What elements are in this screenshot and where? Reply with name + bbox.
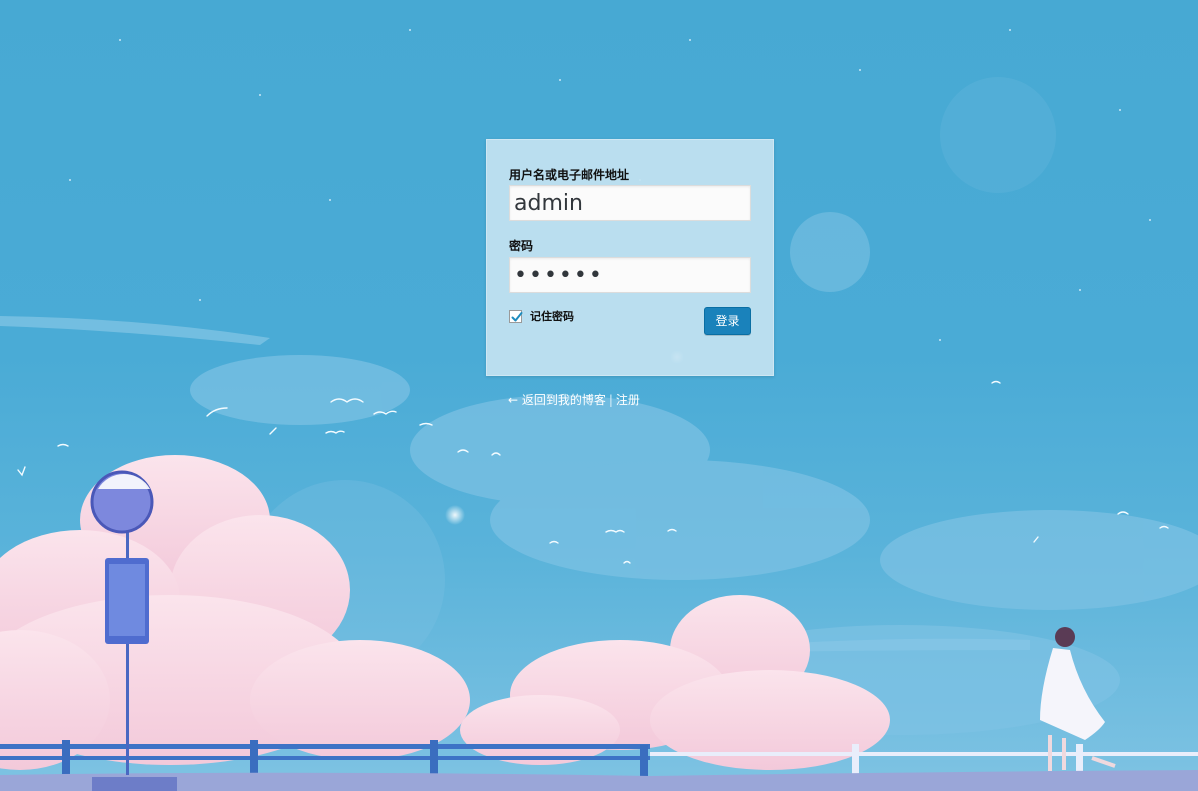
bokeh-circle [940,77,1056,193]
link-separator: | [608,393,613,407]
remember-label: 记住密码 [530,310,574,323]
back-to-blog-link[interactable]: ← 返回到我的博客 [508,393,606,407]
password-label: 密码 [509,239,534,253]
footer-links: ← 返回到我的博客 | 注册 [508,391,640,408]
remember-checkbox[interactable] [509,309,523,323]
ground [0,770,1198,791]
bokeh-circle [790,212,870,292]
checkmark-icon [511,311,523,321]
username-label: 用户名或电子邮件地址 [509,168,630,182]
login-form: 用户名或电子邮件地址 密码 记住密码 登录 [486,139,774,376]
remember-me[interactable]: 记住密码 [509,308,574,324]
username-input[interactable] [509,185,751,221]
haze-streak [0,316,270,345]
register-link[interactable]: 注册 [616,393,640,407]
password-input[interactable] [509,257,751,293]
light-glow [445,505,465,525]
pink-cloud-middle [460,595,890,770]
login-button[interactable]: 登录 [704,307,751,335]
